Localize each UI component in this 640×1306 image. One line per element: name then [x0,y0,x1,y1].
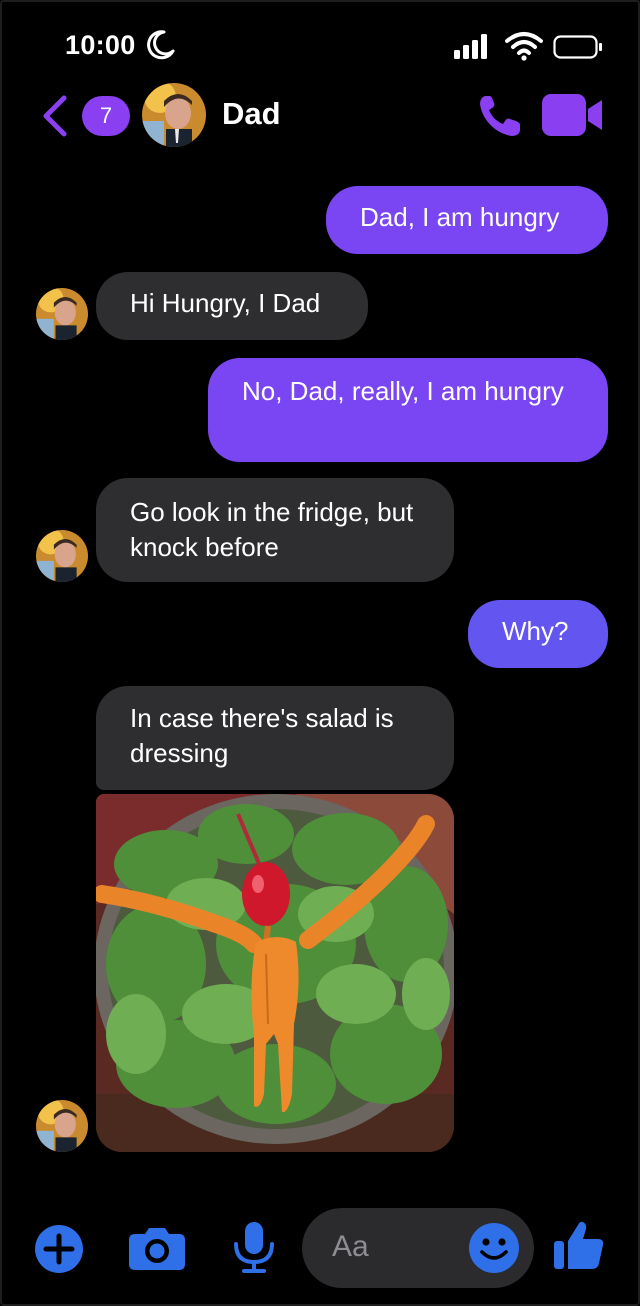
contact-avatar[interactable] [142,83,206,147]
camera-icon[interactable] [129,1226,185,1270]
wifi-icon [505,32,543,61]
outgoing-message[interactable]: Why? [468,600,608,668]
salad-photo[interactable] [96,794,454,1152]
incoming-message[interactable]: Go look in the fridge, but knock before [96,478,454,582]
back-chevron-icon[interactable] [38,94,72,138]
battery-icon [553,35,602,59]
phone-icon[interactable] [476,92,524,140]
microphone-icon[interactable] [232,1222,276,1274]
status-time: 10:00 [65,30,136,60]
dad-avatar [36,530,88,582]
message-input[interactable]: Aa [302,1208,534,1288]
outgoing-message[interactable]: No, Dad, really, I am hungry [208,358,608,462]
plus-icon[interactable] [34,1224,84,1274]
dad-avatar [36,1100,88,1152]
dad-avatar [36,288,88,340]
incoming-message[interactable]: In case there's salad is dressing [96,686,454,790]
moon-icon [147,30,175,60]
signal-icon [454,34,487,59]
outgoing-message[interactable]: Dad, I am hungry [326,186,608,254]
contact-name[interactable]: Dad [222,96,281,132]
smiley-icon[interactable] [468,1222,520,1274]
incoming-message[interactable]: Hi Hungry, I Dad [96,272,368,340]
unread-count-badge[interactable]: 7 [82,96,130,136]
message-input-placeholder: Aa [332,1230,369,1263]
video-camera-icon[interactable] [542,94,604,136]
chat-screen: 10:00 7 Dad Dad, I am hungry Hi Hungry, … [0,0,640,1306]
thumbs-up-icon[interactable] [552,1218,604,1272]
